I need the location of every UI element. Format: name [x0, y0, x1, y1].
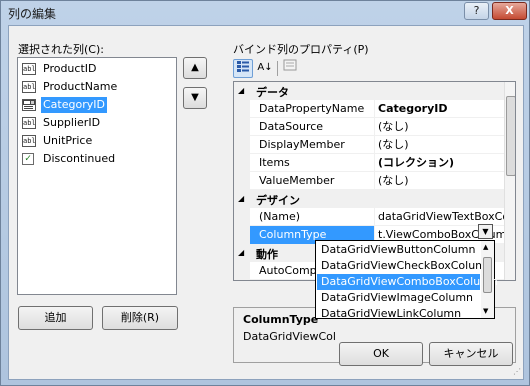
list-item-productname[interactable]: abl ProductName	[21, 78, 171, 96]
chevron-down-icon[interactable]: ▼	[478, 224, 493, 239]
collapse-icon[interactable]: ◢	[238, 86, 244, 95]
dropdown-option-button-column[interactable]: DataGridViewButtonColumn	[317, 242, 480, 258]
resize-grip-icon[interactable]: ⋰	[511, 367, 521, 377]
textbox-column-icon: abl	[22, 117, 36, 129]
window-title: 列の編集	[8, 7, 57, 21]
list-item-label: UnitPrice	[43, 134, 93, 147]
category-data[interactable]: ◢ データ	[234, 82, 504, 100]
property-value[interactable]: (コレクション)	[376, 154, 504, 172]
dropdown-scrollbar[interactable]: ▲ ▼	[481, 241, 494, 318]
scrollbar-thumb[interactable]	[483, 257, 492, 293]
property-name: DataPropertyName	[250, 100, 375, 118]
ok-button[interactable]: OK	[339, 342, 423, 366]
list-item-label: CategoryID	[41, 97, 107, 113]
property-row-displaymember[interactable]: DisplayMember (なし)	[250, 136, 504, 154]
textbox-column-icon: abl	[22, 81, 36, 93]
scroll-up-icon[interactable]: ▲	[483, 243, 488, 251]
property-row-valuemember[interactable]: ValueMember (なし)	[250, 172, 504, 190]
property-value[interactable]: CategoryID	[376, 100, 504, 118]
help-button[interactable]: ?	[464, 2, 489, 20]
category-label: 動作	[256, 248, 278, 261]
category-label: データ	[256, 86, 289, 99]
close-button[interactable]: X	[492, 2, 527, 20]
property-row-datasource[interactable]: DataSource (なし)	[250, 118, 504, 136]
checkbox-column-icon: ✓	[22, 153, 34, 165]
property-name: Items	[250, 154, 375, 172]
list-item-unitprice[interactable]: abl UnitPrice	[21, 132, 171, 150]
category-label: デザイン	[256, 194, 300, 207]
property-row-datapropertyname[interactable]: DataPropertyName CategoryID	[250, 100, 504, 118]
move-up-button[interactable]: ▲	[183, 57, 207, 79]
description-title: ColumnType	[243, 313, 319, 326]
textbox-column-icon: abl	[22, 135, 36, 147]
property-pages-icon[interactable]	[281, 59, 299, 78]
dropdown-option-link-column[interactable]: DataGridViewLinkColumn	[317, 306, 480, 318]
selected-columns-list[interactable]: abl ProductID abl ProductName CategoryID…	[17, 57, 177, 295]
dropdown-option-checkbox-column[interactable]: DataGridViewCheckBoxColumn	[317, 258, 493, 274]
add-button[interactable]: 追加	[18, 306, 93, 330]
property-name: ValueMember	[250, 172, 375, 190]
bound-column-properties-label: バインド列のプロパティ(P)	[233, 43, 369, 56]
scroll-down-icon[interactable]: ▼	[483, 307, 488, 315]
sort-alphabetical-icon[interactable]: A↓	[256, 59, 274, 78]
textbox-column-icon: abl	[22, 63, 36, 75]
cancel-button[interactable]: キャンセル	[429, 342, 513, 366]
combobox-column-icon	[22, 99, 36, 111]
dialog-window: 列の編集 ? X 選択された列(C): abl ProductID abl Pr…	[0, 0, 530, 386]
property-name: DataSource	[250, 118, 375, 136]
collapse-icon[interactable]: ◢	[238, 194, 244, 203]
list-item-label: ProductID	[43, 62, 97, 75]
property-row-items[interactable]: Items (コレクション)	[250, 154, 504, 172]
list-item-categoryid[interactable]: CategoryID	[21, 96, 171, 114]
property-grid-scrollbar[interactable]	[504, 82, 515, 280]
move-down-button[interactable]: ▼	[183, 87, 207, 109]
remove-button[interactable]: 削除(R)	[102, 306, 178, 330]
list-item-label: ProductName	[43, 80, 118, 93]
list-item-productid[interactable]: abl ProductID	[21, 60, 171, 78]
title-bar[interactable]: 列の編集 ? X	[1, 1, 529, 23]
category-design[interactable]: ◢ デザイン	[234, 190, 504, 208]
property-name: (Name)	[250, 208, 375, 226]
dropdown-option-image-column[interactable]: DataGridViewImageColumn	[317, 290, 480, 306]
scrollbar-thumb[interactable]	[506, 96, 515, 176]
list-item-supplierid[interactable]: abl SupplierID	[21, 114, 171, 132]
property-row-name[interactable]: (Name) dataGridViewTextBoxColum	[250, 208, 504, 226]
property-value[interactable]: (なし)	[376, 118, 504, 136]
description-text: DataGridViewCol	[243, 330, 336, 343]
collapse-icon[interactable]: ◢	[238, 248, 244, 257]
dialog-client-area: 選択された列(C): abl ProductID abl ProductName…	[8, 25, 524, 380]
property-name: DisplayMember	[250, 136, 375, 154]
toolbar-separator	[277, 61, 278, 76]
dropdown-option-combobox-column[interactable]: DataGridViewComboBoxColumn	[317, 274, 498, 290]
list-item-label: Discontinued	[43, 152, 116, 165]
list-item-label: SupplierID	[43, 116, 101, 129]
columntype-dropdown-list[interactable]: DataGridViewButtonColumn DataGridViewChe…	[315, 240, 498, 319]
list-item-discontinued[interactable]: ✓ Discontinued	[21, 150, 171, 168]
categorized-icon[interactable]	[233, 59, 253, 78]
property-value[interactable]: (なし)	[376, 136, 504, 154]
property-value[interactable]: (なし)	[376, 172, 504, 190]
selected-columns-label: 選択された列(C):	[18, 43, 104, 56]
